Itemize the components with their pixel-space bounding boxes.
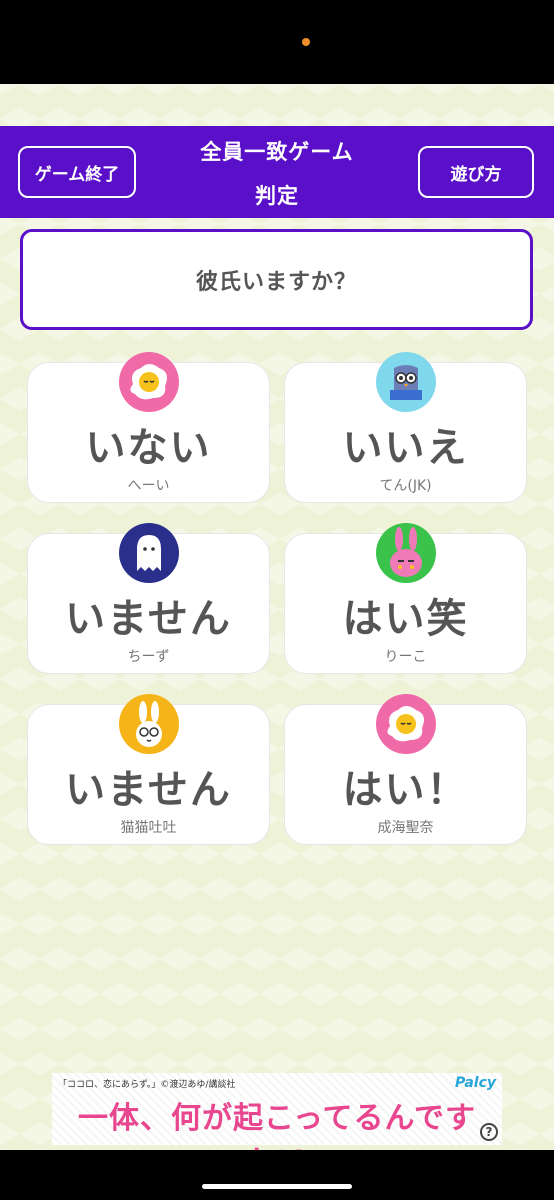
end-game-button[interactable]: ゲーム終了 xyxy=(18,146,136,198)
fried-egg-icon xyxy=(118,352,179,412)
pink-rabbit-icon xyxy=(375,523,436,583)
answer-text: はい！ xyxy=(342,767,469,813)
answer-text: いいえ xyxy=(342,425,469,471)
camera-indicator xyxy=(302,38,310,46)
answer-card: はい！ 成海聖奈 xyxy=(284,694,527,845)
ad-logo: Palcy xyxy=(454,1075,496,1091)
answer-card: はい笑 りーこ xyxy=(284,523,527,674)
answer-card: いない へーい xyxy=(27,352,270,503)
header-bar: ゲーム終了 全員一致ゲーム 判定 遊び方 xyxy=(0,126,554,218)
answer-text: いません xyxy=(65,596,232,642)
ad-credit: 「ココロ、恋にあらず。」©渡辺あゆ/講談社 xyxy=(58,1080,236,1090)
player-name: 成海聖奈 xyxy=(377,820,434,836)
question-box: 彼氏いますか？ xyxy=(20,229,533,330)
page-title: 全員一致ゲーム xyxy=(200,140,354,164)
answer-card: いません 猫猫吐吐 xyxy=(27,694,270,845)
ad-help-icon[interactable]: ? xyxy=(480,1123,498,1141)
player-name: りーこ xyxy=(384,649,427,665)
answer-text: はい笑 xyxy=(342,596,469,642)
player-name: へーい xyxy=(127,478,170,494)
player-name: てん(JK) xyxy=(379,478,432,494)
white-rabbit-icon xyxy=(118,694,179,754)
answer-text: いません xyxy=(65,767,232,813)
page-subtitle: 判定 xyxy=(255,184,299,208)
answer-card: いいえ てん(JK) xyxy=(284,352,527,503)
status-bar xyxy=(0,0,554,84)
answer-card: いません ちーず xyxy=(27,523,270,674)
fried-egg-icon xyxy=(375,694,436,754)
player-name: 猫猫吐吐 xyxy=(120,820,177,836)
answer-text: いない xyxy=(85,425,212,471)
ghost-icon xyxy=(118,523,179,583)
bottom-bar xyxy=(0,1150,554,1200)
owl-on-book-icon xyxy=(375,352,436,412)
how-to-play-button[interactable]: 遊び方 xyxy=(418,146,534,198)
player-name: ちーず xyxy=(127,649,170,665)
question-text: 彼氏いますか？ xyxy=(195,269,357,295)
ad-banner[interactable]: 「ココロ、恋にあらず。」©渡辺あゆ/講談社 Palcy 一体、何が起こってるんで… xyxy=(52,1073,502,1180)
home-indicator[interactable] xyxy=(202,1184,352,1189)
